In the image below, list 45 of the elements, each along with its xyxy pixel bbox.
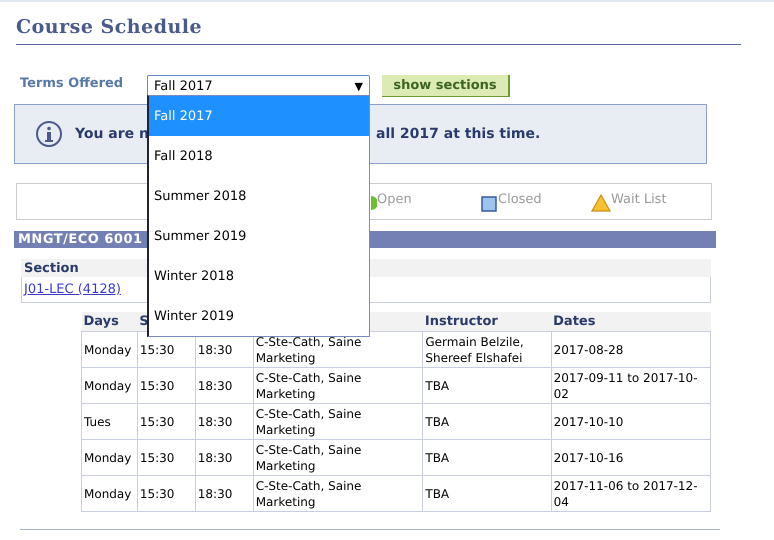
- table-cell: C-Ste-Cath, Saine Marketing: [253, 332, 423, 368]
- warning-icon: [591, 194, 611, 212]
- terms-label: Terms Offered: [20, 76, 124, 90]
- table-cell: Germain Belzile, Shereef Elshafei: [422, 332, 552, 368]
- table-cell: 15:30: [137, 404, 196, 440]
- table-cell: C-Ste-Cath, Saine Marketing: [253, 440, 423, 476]
- table-cell: 2017-09-11 to 2017-10-02: [551, 368, 710, 404]
- table-cell: 18:30: [195, 404, 254, 440]
- table-cell: Monday: [82, 440, 138, 476]
- column-header: Days: [82, 312, 138, 332]
- table-cell: 18:30: [195, 476, 254, 512]
- table-cell: C-Ste-Cath, Saine Marketing: [253, 476, 423, 512]
- show-sections-button[interactable]: show sections: [382, 75, 510, 97]
- table-cell: 15:30: [137, 368, 196, 404]
- legend-label: Closed: [498, 192, 542, 207]
- table-cell: 18:30: [195, 440, 254, 476]
- table-cell: 2017-10-16: [551, 440, 710, 476]
- table-cell: 15:30: [137, 476, 196, 512]
- table-cell: Monday: [82, 332, 138, 368]
- table-cell: 18:30: [195, 368, 254, 404]
- table-cell: TBA: [422, 404, 552, 440]
- table-cell: Tues: [82, 404, 138, 440]
- course-title: MNGT/ECO 6001: [18, 232, 143, 247]
- column-header: Section: [24, 260, 79, 276]
- info-icon: [35, 120, 63, 148]
- page-title: Course Schedule: [16, 16, 202, 38]
- table-cell: 15:30: [137, 440, 196, 476]
- table-cell: C-Ste-Cath, Saine Marketing: [253, 404, 423, 440]
- table-cell: Monday: [82, 368, 138, 404]
- legend-label: Open: [377, 192, 412, 207]
- table-cell: TBA: [422, 476, 552, 512]
- legend-label: Wait List: [611, 192, 667, 207]
- message-text: all 2017 at this time.: [376, 126, 540, 142]
- closed-status-icon: [481, 196, 497, 212]
- table-cell: 2017-10-10: [551, 404, 710, 440]
- section-link[interactable]: J01-LEC (4128): [24, 282, 121, 297]
- table-cell: Monday: [82, 476, 138, 512]
- open-status-icon: [371, 196, 377, 210]
- table-cell: C-Ste-Cath, Saine Marketing: [253, 368, 423, 404]
- column-header: Instructor: [422, 312, 552, 332]
- table-cell: 2017-11-06 to 2017-12-04: [551, 476, 710, 512]
- table-cell: TBA: [422, 440, 552, 476]
- column-header: Dates: [551, 312, 710, 332]
- table-cell: TBA: [422, 368, 552, 404]
- table-cell: 2017-08-28: [551, 332, 710, 368]
